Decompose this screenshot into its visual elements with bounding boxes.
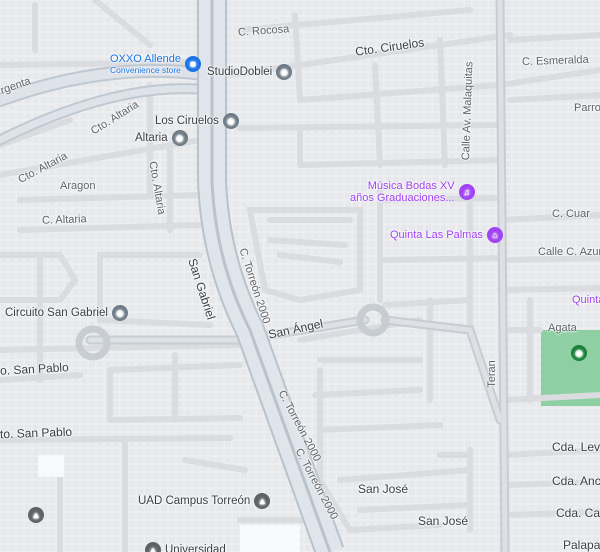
park-icon: ◉: [571, 345, 587, 361]
poi-quinta-edge[interactable]: Sa Quinta &: [572, 282, 600, 306]
poi-name: Altaria: [135, 132, 168, 144]
park-poi[interactable]: ◉: [571, 345, 587, 361]
street-label: Agata: [548, 322, 577, 334]
street-label: C. Esmeralda: [521, 53, 589, 69]
poi-name-partial: Sa: [582, 282, 600, 294]
poi-name: Quinta &: [572, 294, 600, 306]
poi-studio-doblei[interactable]: StudioDoblei ◉: [207, 64, 293, 80]
poi-name: Música Bodas XV: [367, 180, 455, 192]
place-icon: ◉: [111, 305, 128, 321]
school-icon: ▲: [28, 507, 44, 523]
poi-name: OXXO Allende: [110, 53, 181, 65]
poi-name: StudioDoblei: [207, 66, 273, 78]
place-icon: ◉: [222, 113, 239, 129]
poi-name: Los Ciruelos: [155, 115, 219, 127]
street-label: Calle C. Azuri: [538, 246, 600, 258]
street-label: San José: [418, 514, 469, 528]
poi-left-edge-school[interactable]: ▲: [28, 507, 44, 523]
music-icon: ♫: [458, 184, 475, 200]
street-label: Cda. Anc: [552, 474, 600, 488]
street-label: Parro: [574, 102, 600, 114]
map-base-layer: [0, 0, 600, 552]
poi-name: Quinta Las Palmas: [390, 229, 483, 241]
place-icon: ◉: [276, 64, 293, 80]
street-label: to. San Pablo: [0, 424, 73, 442]
street-label: Teran: [485, 360, 498, 388]
poi-quinta-las-palmas[interactable]: Quinta Las Palmas ⌂: [390, 227, 503, 243]
poi-los-ciruelos[interactable]: Los Ciruelos ◉: [155, 113, 239, 129]
poi-name: Circuito San Gabriel: [5, 307, 108, 319]
school-icon: ▲: [254, 493, 271, 509]
poi-universidad[interactable]: ▲ Universidad: [145, 542, 226, 552]
street-label: Cda. Lev: [552, 440, 600, 454]
poi-oxxo-allende[interactable]: OXXO Allende Convenience store ■: [110, 53, 201, 75]
street-label: C. Altaria: [41, 213, 87, 227]
street-label: Cda. Ca: [556, 506, 600, 520]
street-label: Palapa: [563, 538, 600, 552]
poi-category: Convenience store: [110, 65, 181, 75]
poi-musica-bodas[interactable]: Música Bodas XV años Graduaciones... ♫: [350, 180, 475, 204]
street-label: C. Cuar: [552, 208, 590, 220]
street-label: [476, 514, 488, 517]
poi-name: UAD Campus Torreón: [138, 495, 251, 507]
poi-circuito-san-gabriel[interactable]: Circuito San Gabriel ◉: [5, 305, 128, 321]
street-label: Aragon: [60, 180, 96, 192]
school-icon: ▲: [145, 542, 161, 552]
shopping-bag-icon: ■: [184, 56, 201, 72]
poi-name-line2: años Graduaciones...: [350, 192, 455, 204]
map-canvas[interactable]: C. Rocosa Cto. Ciruelos C. Esmeralda rge…: [0, 0, 600, 552]
poi-name: Universidad: [165, 544, 226, 552]
place-icon: ◉: [171, 130, 188, 146]
poi-uad-campus[interactable]: UAD Campus Torreón ▲: [138, 493, 271, 509]
poi-altaria[interactable]: Altaria ◉: [135, 130, 188, 146]
street-label: San José: [358, 482, 409, 496]
venue-icon: ⌂: [486, 227, 503, 243]
